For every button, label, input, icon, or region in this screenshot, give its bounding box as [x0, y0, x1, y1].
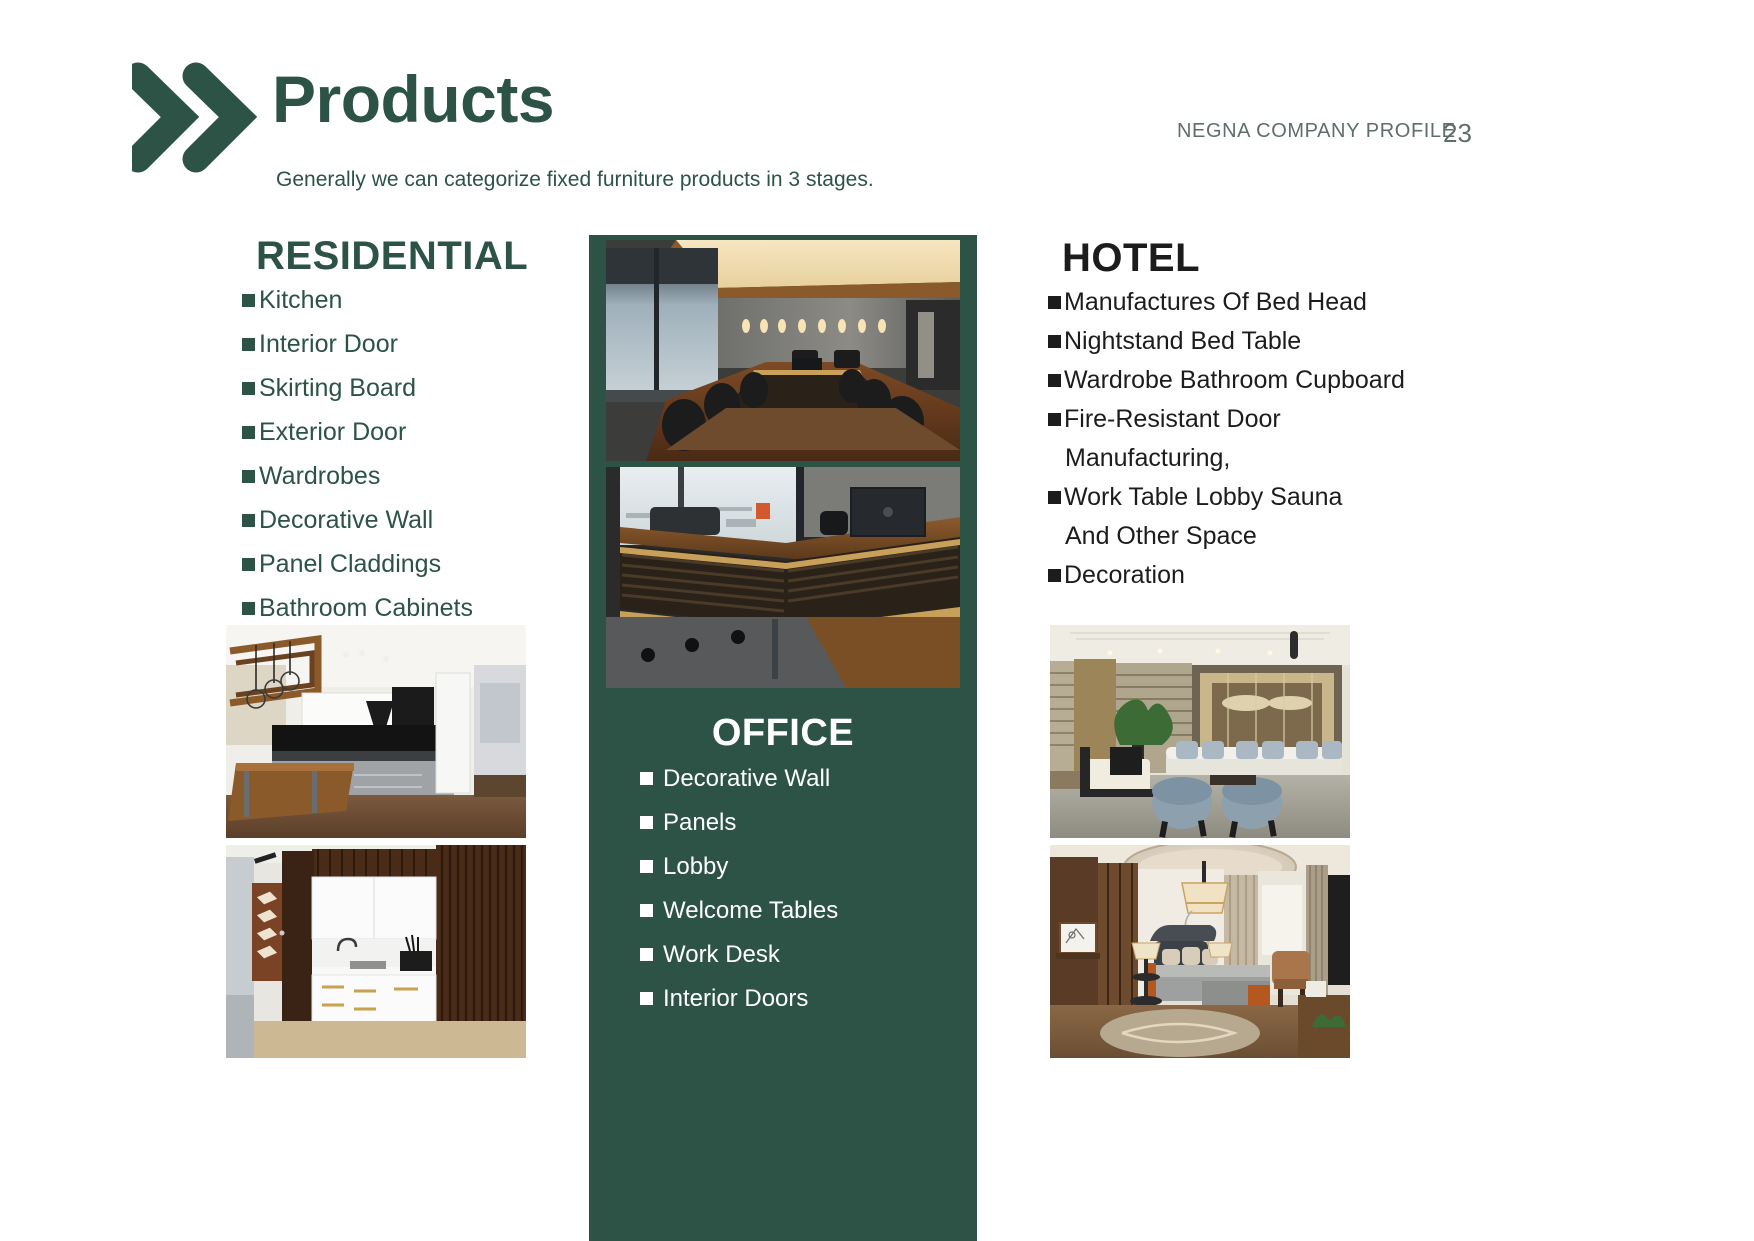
list-item-label: Exterior Door: [259, 418, 407, 446]
square-bullet-icon: [1048, 413, 1061, 426]
list-item-label: Nightstand Bed Table: [1064, 327, 1302, 355]
list-item-label: Interior Door: [259, 330, 398, 358]
square-bullet-icon: [640, 992, 653, 1005]
office-product-list: Decorative Wall Panels Lobby Welcome Tab…: [640, 765, 838, 1029]
list-item-label: Welcome Tables: [663, 897, 839, 924]
list-item: Interior Doors: [640, 985, 838, 1013]
list-item-label: Manufacturing,: [1065, 444, 1231, 472]
page-title: Products: [272, 62, 555, 136]
hotel-bedroom-photo: [1050, 845, 1350, 1058]
list-item-label: Decoration: [1064, 561, 1185, 589]
list-item-continuation: And Other Space: [1048, 522, 1405, 551]
list-item: Exterior Door: [242, 418, 473, 447]
list-item-label: Bathroom Cabinets: [259, 594, 474, 622]
square-bullet-icon: [242, 514, 255, 527]
list-item: Decorative Wall: [242, 506, 473, 535]
list-item: Panels: [640, 809, 838, 837]
list-item: Panel Claddings: [242, 550, 473, 579]
list-item-label: Wardrobes: [259, 462, 381, 490]
list-item: Wardrobe Bathroom Cupboard: [1048, 366, 1405, 395]
square-bullet-icon: [242, 558, 255, 571]
list-item-label: Panel Claddings: [259, 550, 442, 578]
list-item-label: Work Table Lobby Sauna: [1064, 483, 1343, 511]
square-bullet-icon: [242, 294, 255, 307]
list-item-label: And Other Space: [1065, 522, 1257, 550]
list-item: Welcome Tables: [640, 897, 838, 925]
list-item: Decorative Wall: [640, 765, 838, 793]
square-bullet-icon: [242, 338, 255, 351]
residential-kitchen-photo-1: [226, 625, 526, 838]
office-reception-desk-photo: [606, 467, 960, 688]
hotel-product-list: Manufactures Of Bed Head Nightstand Bed …: [1048, 288, 1405, 600]
list-item-label: Interior Doors: [663, 985, 809, 1012]
hotel-lobby-photo: [1050, 625, 1350, 838]
page-subtitle: Generally we can categorize fixed furnit…: [276, 168, 874, 191]
list-item: Work Desk: [640, 941, 838, 969]
list-item-label: Kitchen: [259, 286, 343, 314]
list-item-label: Panels: [663, 809, 737, 836]
hotel-section-title: HOTEL: [1062, 236, 1201, 280]
document-meta-label: NEGNA COMPANY PROFILE: [1177, 120, 1456, 142]
square-bullet-icon: [640, 948, 653, 961]
square-bullet-icon: [1048, 491, 1061, 504]
square-bullet-icon: [242, 470, 255, 483]
square-bullet-icon: [1048, 335, 1061, 348]
residential-kitchen-photo-2: [226, 845, 526, 1058]
list-item: Kitchen: [242, 286, 473, 315]
list-item-label: Skirting Board: [259, 374, 417, 402]
square-bullet-icon: [640, 772, 653, 785]
list-item-label: Wardrobe Bathroom Cupboard: [1064, 366, 1405, 394]
list-item-label: Manufactures Of Bed Head: [1064, 288, 1367, 316]
list-item: Manufactures Of Bed Head: [1048, 288, 1405, 317]
list-item: Bathroom Cabinets: [242, 594, 473, 623]
double-chevron-right-icon: [132, 62, 260, 174]
square-bullet-icon: [242, 602, 255, 615]
list-item: Interior Door: [242, 330, 473, 359]
list-item-continuation: Manufacturing,: [1048, 444, 1405, 473]
square-bullet-icon: [1048, 569, 1061, 582]
list-item: Nightstand Bed Table: [1048, 327, 1405, 356]
list-item-label: Fire-Resistant Door: [1064, 405, 1281, 433]
page-number: 23: [1443, 118, 1472, 148]
square-bullet-icon: [242, 382, 255, 395]
slide-page: Products Generally we can categorize fix…: [0, 0, 1754, 1241]
list-item: Fire-Resistant Door: [1048, 405, 1405, 434]
list-item: Work Table Lobby Sauna: [1048, 483, 1405, 512]
list-item-label: Work Desk: [663, 941, 780, 968]
square-bullet-icon: [640, 904, 653, 917]
list-item-label: Decorative Wall: [663, 765, 831, 792]
square-bullet-icon: [640, 860, 653, 873]
residential-product-list: Kitchen Interior Door Skirting Board Ext…: [242, 286, 473, 638]
residential-section-title: RESIDENTIAL: [256, 234, 529, 278]
list-item: Skirting Board: [242, 374, 473, 403]
office-section-title: OFFICE: [711, 712, 855, 754]
square-bullet-icon: [640, 816, 653, 829]
list-item: Wardrobes: [242, 462, 473, 491]
list-item: Decoration: [1048, 561, 1405, 590]
list-item-label: Decorative Wall: [259, 506, 434, 534]
square-bullet-icon: [1048, 374, 1061, 387]
list-item-label: Lobby: [663, 853, 729, 880]
square-bullet-icon: [242, 426, 255, 439]
square-bullet-icon: [1048, 296, 1061, 309]
list-item: Lobby: [640, 853, 838, 881]
office-meeting-room-photo: [606, 240, 960, 461]
